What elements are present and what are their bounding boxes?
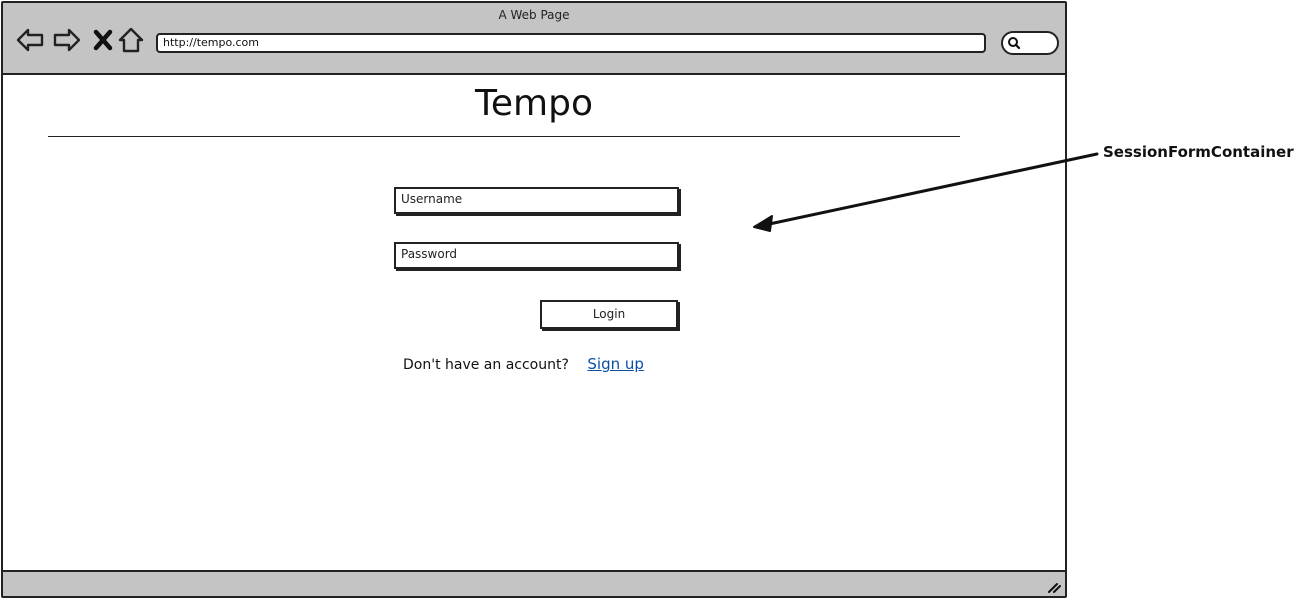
username-input[interactable]: Username	[394, 187, 679, 214]
annotation-arrow-icon	[753, 152, 1099, 232]
signup-link[interactable]: Sign up	[587, 355, 644, 373]
password-input[interactable]: Password	[394, 242, 679, 269]
signup-row: Don't have an account? Sign up	[403, 355, 644, 373]
signup-prompt: Don't have an account?	[403, 357, 569, 373]
resize-grip-icon[interactable]	[1045, 578, 1061, 594]
page-title: Tempo	[475, 83, 593, 124]
browser-toolbar: A Web Page http://tempo.com	[3, 3, 1065, 75]
close-icon[interactable]	[89, 25, 119, 55]
window-title: A Web Page	[498, 8, 570, 22]
browser-window: A Web Page http://tempo.com Tempo Userna…	[1, 1, 1067, 598]
search-icon	[1008, 37, 1021, 50]
status-bar	[3, 570, 1065, 596]
back-arrow-icon[interactable]	[15, 25, 45, 55]
home-icon[interactable]	[116, 25, 146, 55]
login-button[interactable]: Login	[540, 300, 678, 329]
annotation-label: SessionFormContainer	[1103, 143, 1294, 161]
forward-arrow-icon[interactable]	[52, 25, 82, 55]
address-bar[interactable]: http://tempo.com	[156, 33, 986, 53]
browser-search-button[interactable]	[1001, 31, 1059, 55]
header-divider	[48, 136, 960, 137]
